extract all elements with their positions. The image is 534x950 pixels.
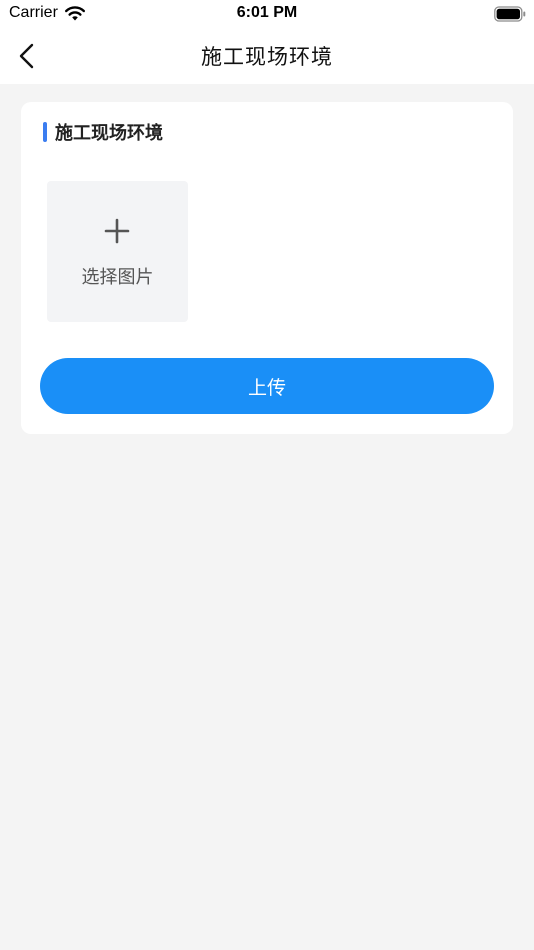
section-header: 施工现场环境: [43, 120, 163, 144]
image-picker-label: 选择图片: [81, 267, 154, 288]
image-picker[interactable]: 选择图片: [47, 181, 188, 322]
battery-icon: [494, 6, 526, 22]
section-title: 施工现场环境: [55, 123, 163, 144]
plus-icon: [104, 218, 130, 244]
section-accent-bar: [43, 122, 47, 142]
clock: 6:01 PM: [236, 4, 298, 21]
upload-button[interactable]: 上传: [40, 358, 494, 414]
upload-card: 施工现场环境 选择图片 上传: [21, 102, 513, 434]
navigation-bar: 施工现场环境: [0, 28, 534, 84]
page-title: 施工现场环境: [201, 45, 333, 69]
status-bar: Carrier 6:01 PM: [0, 0, 534, 28]
